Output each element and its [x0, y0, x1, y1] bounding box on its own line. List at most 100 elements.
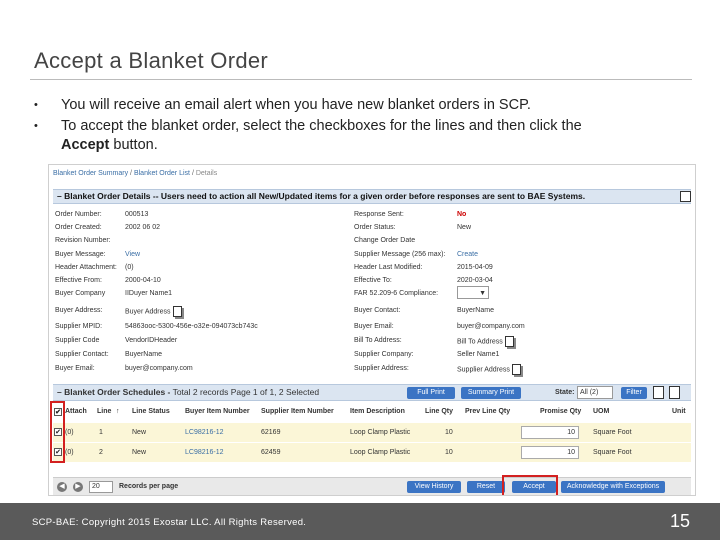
row-attach[interactable]: (0) [65, 423, 74, 442]
row-status: New [132, 429, 147, 436]
checkbox-highlight [50, 401, 65, 463]
field-label: Buyer Email: [354, 323, 394, 330]
bullet-text: To accept the blanket order, select the … [61, 118, 582, 134]
table-row[interactable]: ✔ (0) 1 New LC98216-12 62169 Loop Clamp … [53, 423, 691, 442]
bill-to-doc-icon[interactable] [504, 336, 514, 347]
details-header-text: – Blanket Order Details -- Users need to… [57, 191, 586, 201]
copyright-text: SCP-BAE: Copyright 2015 Exostar LLC. All… [32, 517, 307, 528]
response-sent-value: No [457, 211, 467, 218]
field-value: 54863ooc-5300-456e-o32e-094073cb743c [125, 323, 258, 330]
col-unit[interactable]: Unit [672, 405, 686, 419]
row-qty: 10 [445, 449, 453, 456]
supplier-message-create-link[interactable]: Create [457, 251, 478, 258]
field-value: IIDuyer Name1 [125, 290, 173, 297]
field-label: Header Last Modified: [354, 264, 423, 271]
field-label: Supplier MPID: [55, 323, 103, 330]
breadcrumb-details: Details [195, 170, 218, 177]
field-label: Buyer Contact: [354, 307, 401, 314]
field-value: Supplier Address [457, 366, 510, 374]
field-label: Supplier Company: [354, 351, 414, 358]
state-value: All (2) [580, 389, 599, 396]
app-screenshot: Blanket Order Summary / Blanket Order Li… [48, 164, 696, 496]
field-label: Buyer Message: [55, 251, 106, 258]
row-desc: Loop Clamp Plastic [350, 429, 411, 436]
bullet-item: • You will receive an email alert when yo… [34, 96, 684, 115]
row-desc: Loop Clamp Plastic [350, 449, 411, 456]
col-supplier-item[interactable]: Supplier Item Number [261, 405, 334, 419]
col-attach[interactable]: Attach [65, 405, 87, 419]
col-buyer-item[interactable]: Buyer Item Number [185, 405, 250, 419]
col-uom[interactable]: UOM [593, 405, 609, 419]
chevron-down-icon: ▼ [479, 290, 486, 297]
row-buyer-item-link[interactable]: LC98216-12 [185, 423, 224, 442]
field-label: Header Attachment: [55, 264, 117, 271]
field-value: 2020-03-04 [457, 277, 493, 284]
field-label: Change Order Date [354, 237, 416, 244]
accept-highlight [502, 475, 558, 495]
field-value: buyer@company.com [125, 365, 193, 372]
table-row[interactable]: ✔ (0) 2 New LC98216-12 62459 Loop Clamp … [53, 443, 691, 462]
field-label: FAR 52.209-6 Compliance: [354, 290, 439, 297]
col-prev-line-qty[interactable]: Prev Line Qty [465, 405, 510, 419]
schedules-header: – Blanket Order Schedules - Total 2 reco… [53, 384, 691, 401]
slide-title: Accept a Blanket Order [34, 48, 269, 73]
row-line: 2 [99, 449, 103, 456]
acknowledge-exceptions-button[interactable]: Acknowledge with Exceptions [561, 481, 665, 493]
address-doc-icon[interactable] [172, 306, 182, 317]
grid-header: ✔ Attach Line ↑ Line Status Buyer Item N… [53, 405, 691, 419]
full-print-button[interactable]: Full Print [407, 387, 455, 399]
view-history-button[interactable]: View History [407, 481, 461, 493]
per-page-select[interactable]: 20 [89, 481, 113, 493]
edit-icon[interactable] [669, 386, 680, 399]
field-label: Effective From: [55, 277, 102, 284]
title-divider [30, 79, 692, 80]
reset-button[interactable]: Reset [467, 481, 505, 493]
slide-footer: SCP-BAE: Copyright 2015 Exostar LLC. All… [0, 503, 720, 540]
header-attachment-link[interactable]: (0) [125, 264, 134, 271]
breadcrumb-summary[interactable]: Blanket Order Summary [53, 170, 128, 177]
field-value: Seller Name1 [457, 351, 500, 358]
field-value: BuyerName [457, 307, 494, 314]
next-page-icon[interactable]: ▶ [73, 482, 83, 492]
export-icon[interactable] [653, 386, 664, 399]
bullet-text-tail: button. [109, 137, 158, 153]
promise-qty-input[interactable]: 10 [521, 446, 579, 459]
grid-footer: ◀ ▶ 20 Records per page View History Res… [53, 477, 691, 495]
field-label: Supplier Message (256 max): [354, 251, 446, 258]
breadcrumb-separator: / [191, 170, 194, 177]
filter-button[interactable]: Filter [621, 387, 647, 399]
field-value: Bill To Address [457, 338, 503, 346]
col-line[interactable]: Line [97, 405, 111, 419]
state-select[interactable]: All (2) [577, 386, 613, 399]
row-qty: 10 [445, 429, 453, 436]
breadcrumb-separator: / [130, 170, 132, 177]
field-label: Effective To: [354, 277, 392, 284]
field-order-number: Order Number: [55, 210, 102, 219]
col-promise-qty[interactable]: Promise Qty [540, 405, 581, 419]
field-label: Buyer Company [55, 290, 106, 297]
field-label: Response Sent: [354, 211, 404, 218]
field-label: Revision Number: [55, 237, 111, 244]
col-item-desc[interactable]: Item Description [350, 405, 405, 419]
row-buyer-item-link[interactable]: LC98216-12 [185, 443, 224, 462]
breadcrumb-list[interactable]: Blanket Order List [134, 170, 190, 177]
row-attach[interactable]: (0) [65, 443, 74, 462]
col-line-qty[interactable]: Line Qty [425, 405, 453, 419]
print-icon[interactable] [680, 191, 691, 202]
per-page-value: 20 [92, 483, 100, 490]
row-supplier-item: 62169 [261, 429, 281, 436]
far-compliance-select[interactable]: ▼ [457, 286, 489, 299]
field-label: Buyer Email: [55, 365, 95, 372]
prev-page-icon[interactable]: ◀ [57, 482, 67, 492]
summary-print-button[interactable]: Summary Print [461, 387, 521, 399]
supplier-address-doc-icon[interactable] [511, 364, 521, 375]
col-line-status[interactable]: Line Status [132, 405, 170, 419]
buyer-message-view-link[interactable]: View [125, 251, 140, 258]
promise-qty-input[interactable]: 10 [521, 426, 579, 439]
field-label: Order Number: [55, 211, 102, 218]
field-value: New [457, 224, 472, 231]
bullet-dot: • [34, 120, 38, 132]
field-value: 000513 [125, 211, 149, 218]
schedules-summary: Total 2 records Page 1 of 1, 2 Selected [170, 387, 320, 397]
field-value: Buyer Address [125, 308, 171, 316]
